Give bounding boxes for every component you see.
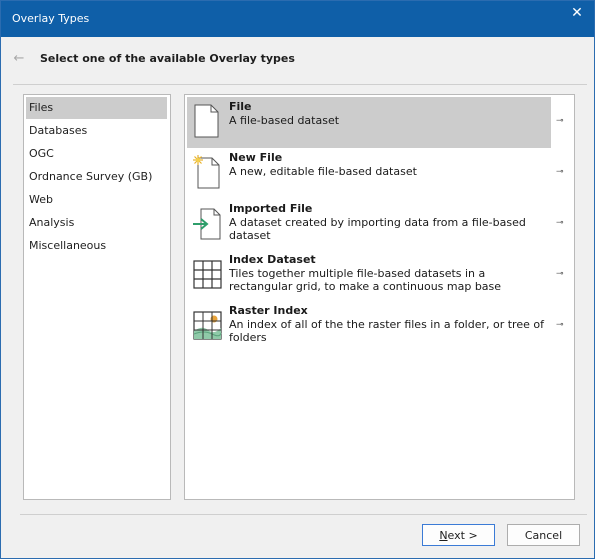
pin-icon[interactable]: ⊸ (556, 269, 566, 279)
item-name: File (229, 100, 252, 113)
next-button[interactable]: Next > (422, 524, 495, 546)
item-description: A new, editable file-based dataset (229, 165, 417, 178)
page-title: Select one of the available Overlay type… (40, 52, 295, 65)
next-label: ext > (447, 529, 478, 542)
item-description: A dataset created by importing data from… (229, 216, 526, 242)
raster-index-icon (193, 311, 222, 340)
category-miscellaneous[interactable]: Miscellaneous (26, 235, 167, 257)
overlay-item-imported-file[interactable]: Imported File A dataset created by impor… (187, 199, 551, 250)
header-divider (13, 84, 587, 85)
overlay-item-new-file[interactable]: New File A new, editable file-based data… (187, 148, 551, 199)
pin-icon[interactable]: ⊸ (556, 116, 566, 126)
page-header: ← Select one of the available Overlay ty… (1, 37, 594, 83)
pin-icon[interactable]: ⊸ (556, 167, 566, 177)
overlay-item-raster-index[interactable]: Raster Index An index of all of the the … (187, 301, 551, 352)
category-databases[interactable]: Databases (26, 120, 167, 142)
item-name: Raster Index (229, 304, 308, 317)
close-button[interactable]: ✕ (560, 1, 594, 26)
overlay-item-file[interactable]: File A file-based dataset (187, 97, 551, 148)
imported-file-icon (193, 208, 221, 240)
footer-divider (20, 514, 587, 515)
category-files[interactable]: Files (26, 97, 167, 119)
category-list: Files Databases OGC Ordnance Survey (GB)… (23, 94, 171, 500)
back-button[interactable]: ← (9, 50, 29, 68)
cancel-button[interactable]: Cancel (507, 524, 580, 546)
category-analysis[interactable]: Analysis (26, 212, 167, 234)
item-description: A file-based dataset (229, 114, 340, 127)
overlay-item-index-dataset[interactable]: Index Dataset Tiles together multiple fi… (187, 250, 551, 301)
item-name: Index Dataset (229, 253, 316, 266)
item-name: Imported File (229, 202, 313, 215)
overlay-type-list: File A file-based dataset ⊸ New File A n… (184, 94, 575, 500)
title-bar: Overlay Types ✕ (1, 1, 594, 37)
next-mnemonic: N (439, 529, 448, 542)
item-description: An index of all of the the raster files … (229, 318, 544, 344)
category-ogc[interactable]: OGC (26, 143, 167, 165)
file-icon (194, 104, 219, 138)
overlay-types-dialog: Overlay Types ✕ ← Select one of the avai… (0, 0, 595, 559)
close-icon: ✕ (571, 5, 583, 21)
pin-icon[interactable]: ⊸ (556, 320, 566, 330)
category-web[interactable]: Web (26, 189, 167, 211)
category-ordnance-survey[interactable]: Ordnance Survey (GB) (26, 166, 167, 188)
item-name: New File (229, 151, 283, 164)
grid-icon (193, 260, 222, 289)
window-title: Overlay Types (12, 12, 90, 25)
new-file-icon (193, 155, 220, 189)
back-arrow-icon: ← (13, 51, 25, 66)
item-description: Tiles together multiple file-based datas… (229, 267, 502, 293)
pin-icon[interactable]: ⊸ (556, 218, 566, 228)
